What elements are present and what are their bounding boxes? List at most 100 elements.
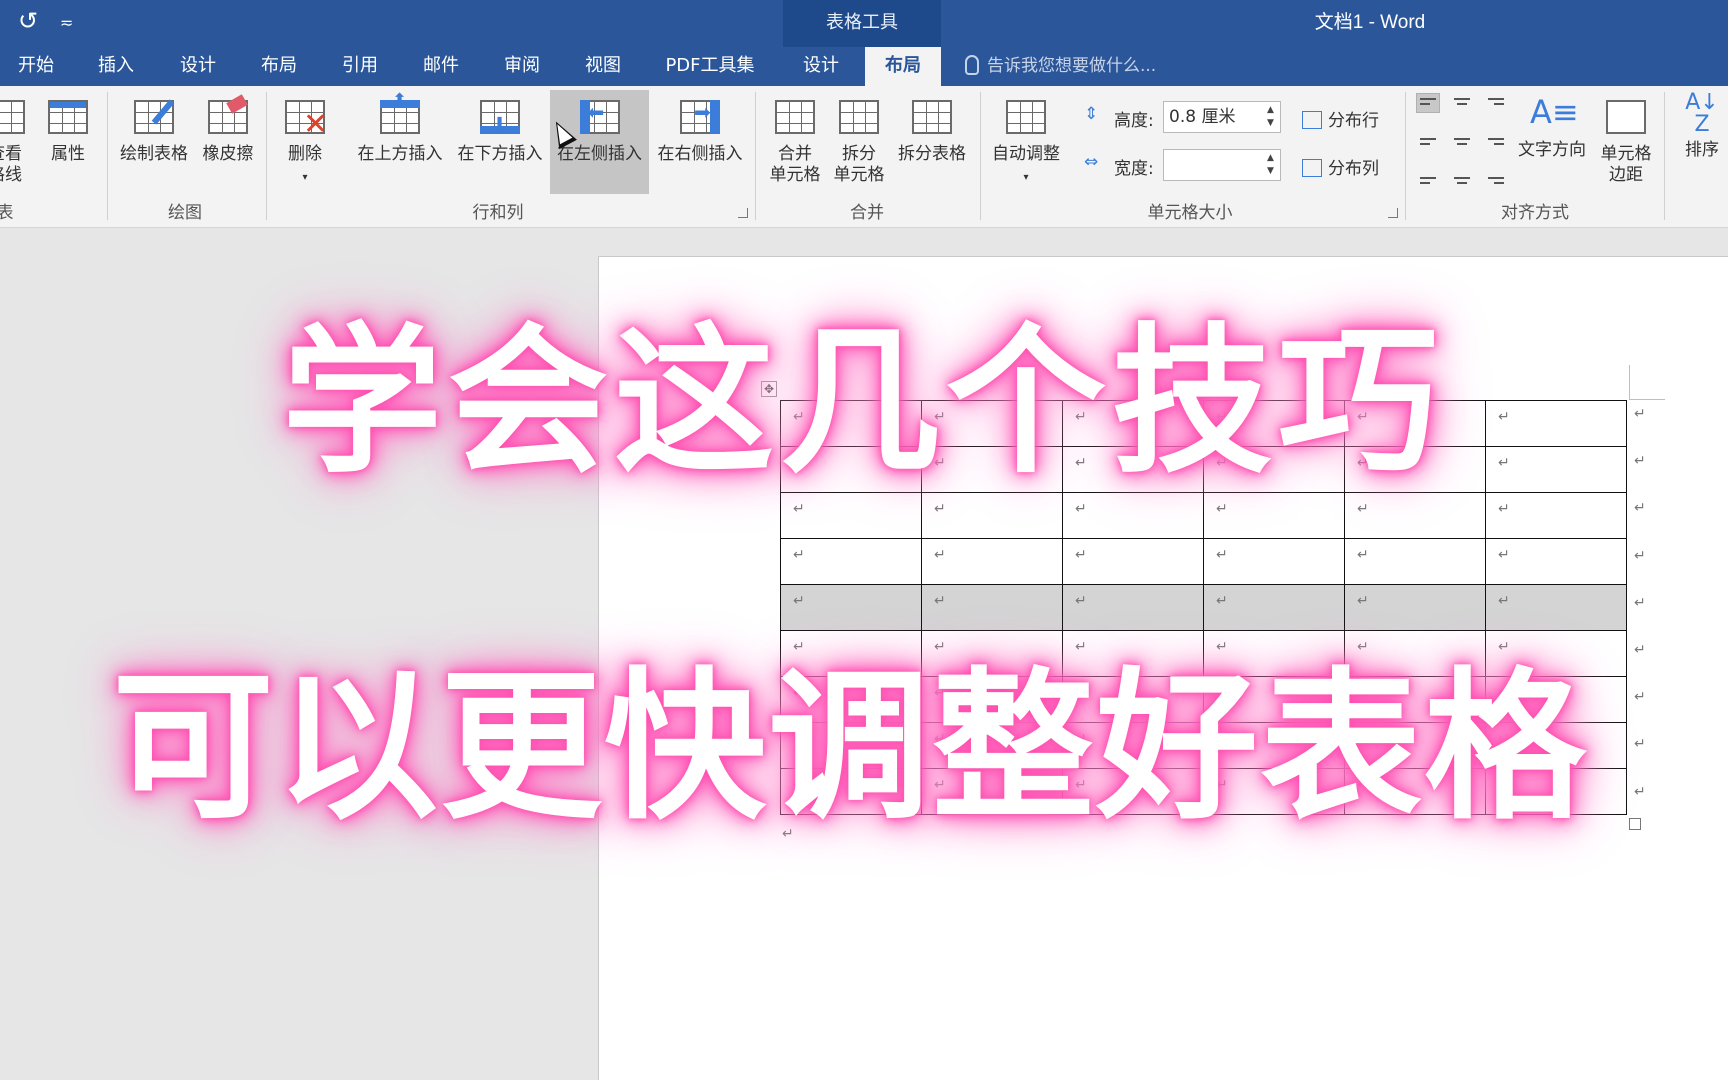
lightbulb-icon [965, 55, 979, 75]
width-input[interactable]: ▲ ▼ [1163, 149, 1281, 181]
distribute-rows-icon [1302, 111, 1322, 129]
tab-insert[interactable]: 插入 [80, 47, 152, 86]
align-bottom-left-button[interactable] [1416, 166, 1440, 186]
tab-table-layout[interactable]: 布局 [865, 47, 941, 86]
tab-references[interactable]: 引用 [324, 47, 396, 86]
align-top-right-button[interactable] [1484, 93, 1508, 113]
cell-margins-button[interactable]: 单元格 边距 [1594, 96, 1658, 186]
autofit-icon [1004, 96, 1048, 138]
autofit-button[interactable]: 自动调整 ▾ [986, 96, 1066, 188]
table-cell[interactable]: ↵ [921, 538, 1063, 585]
split-table-icon [910, 96, 954, 138]
alignment-group-label: 对齐方式 [1501, 203, 1569, 223]
table-group-label: 表 [0, 203, 14, 223]
align-middle-left-button[interactable] [1416, 130, 1440, 150]
tab-view[interactable]: 视图 [567, 47, 639, 86]
rows-cols-group-label: 行和列 [472, 203, 524, 223]
split-table-button[interactable]: 拆分表格 [890, 96, 974, 165]
insert-left-icon: ⬅ [578, 96, 622, 138]
sort-button[interactable]: A↓ Z 排序 [1676, 92, 1728, 161]
text-direction-button[interactable]: A≡ 文字方向 [1512, 92, 1592, 161]
distribute-cols-icon [1302, 159, 1322, 177]
tell-me-box[interactable]: 告诉我您想要做什么... [965, 47, 1156, 86]
align-bottom-center-button[interactable] [1450, 166, 1474, 186]
spin-arrows-icon[interactable]: ▲ ▼ [1267, 152, 1277, 178]
table-cell[interactable]: ↵ [1485, 538, 1627, 585]
cell-size-group-label: 单元格大小 [1147, 203, 1233, 223]
margin-mark [1629, 399, 1665, 400]
tab-review[interactable]: 审阅 [486, 47, 558, 86]
table-cell[interactable]: ↵ [1485, 400, 1627, 447]
align-middle-right-button[interactable] [1484, 130, 1508, 150]
distribute-rows-label: 分布行 [1328, 111, 1379, 131]
delete-table-icon: ✕ [283, 96, 328, 140]
insert-above-button[interactable]: ⬆ 在上方插入 [352, 90, 448, 165]
width-label: 宽度: [1114, 159, 1154, 179]
row-end-mark: ↵ [1634, 406, 1646, 422]
row-end-mark: ↵ [1634, 547, 1646, 564]
row-end-mark: ↵ [1634, 642, 1646, 658]
text-direction-icon: A≡ [1530, 93, 1579, 131]
separator [980, 92, 981, 220]
align-bottom-right-button[interactable] [1484, 166, 1508, 186]
split-cells-icon [837, 96, 881, 138]
chevron-down-icon: ▾ [302, 172, 308, 183]
tab-mailings[interactable]: 邮件 [405, 47, 477, 86]
customize-qat-icon[interactable]: ≂ [60, 8, 73, 38]
table-cell[interactable]: ↵ [1062, 538, 1204, 585]
table-cell[interactable]: ↵ [1485, 492, 1627, 539]
tab-layout[interactable]: 布局 [243, 47, 315, 86]
view-gridlines-button[interactable]: 查看 格线 [0, 96, 34, 186]
chevron-down-icon: ▾ [1023, 172, 1029, 183]
row-end-mark: ↵ [1634, 500, 1646, 517]
eraser-button[interactable]: 橡皮擦 [198, 94, 258, 165]
delete-button[interactable]: ✕ 删除 ▾ [276, 96, 334, 188]
merge-cells-button[interactable]: 合并 单元格 [762, 96, 828, 186]
separator [1405, 92, 1406, 220]
table-cell[interactable]: ↵ [1344, 538, 1486, 585]
height-input[interactable]: 0.8 厘米 ▲ ▼ [1163, 101, 1281, 133]
table-resize-handle[interactable] [1629, 818, 1641, 830]
merge-cells-icon [773, 96, 817, 138]
tab-pdf-tools[interactable]: PDF工具集 [655, 47, 765, 86]
insert-right-button[interactable]: ➡ 在右侧插入 [652, 96, 748, 165]
align-middle-center-button[interactable] [1450, 130, 1474, 150]
table-row[interactable]: ↵ ↵ ↵ ↵ ↵ ↵ [780, 538, 1627, 585]
rows-cols-launcher-icon[interactable] [738, 208, 748, 218]
distribute-cols-button[interactable]: 分布列 [1302, 154, 1379, 179]
table-cell[interactable]: ↵ [780, 538, 922, 585]
cell-size-launcher-icon[interactable] [1388, 208, 1398, 218]
separator [755, 92, 756, 220]
merge-group-label: 合并 [850, 203, 884, 223]
window-title: 文档1 - Word [1314, 12, 1426, 33]
row-end-mark: ↵ [1634, 736, 1646, 753]
context-tab-group-label: 表格工具 [826, 12, 898, 33]
distribute-cols-label: 分布列 [1328, 159, 1379, 179]
align-top-left-button[interactable] [1416, 93, 1440, 113]
separator [1664, 92, 1665, 220]
row-end-mark: ↵ [1634, 783, 1646, 800]
row-end-mark: ↵ [1634, 594, 1646, 611]
draw-table-button[interactable]: 绘制表格 [114, 96, 194, 165]
split-cells-button[interactable]: 拆分 单元格 [826, 96, 892, 186]
table-cell[interactable]: ↵ [1203, 538, 1345, 585]
table-cell[interactable]: ↵ [1485, 446, 1627, 493]
insert-above-icon: ⬆ [378, 90, 422, 138]
tab-table-design[interactable]: 设计 [785, 47, 857, 86]
tab-design[interactable]: 设计 [162, 47, 234, 86]
align-top-center-button[interactable] [1450, 93, 1474, 113]
insert-below-button[interactable]: ⬇ 在下方插入 [452, 96, 548, 165]
draw-group-label: 绘图 [168, 203, 202, 223]
height-label: 高度: [1114, 111, 1154, 131]
row-height-icon: ⇕ [1084, 104, 1099, 124]
properties-button[interactable]: 属性 [42, 96, 94, 165]
distribute-rows-button[interactable]: 分布行 [1302, 106, 1379, 131]
spin-arrows-icon[interactable]: ▲ ▼ [1267, 104, 1277, 130]
tell-me-text: 告诉我您想要做什么... [987, 56, 1157, 76]
undo-icon[interactable]: ↺ [18, 6, 38, 36]
gridlines-icon [0, 96, 27, 138]
column-width-icon: ⇔ [1084, 152, 1099, 172]
overlay-caption-line1: 学会这几个技巧 [282, 308, 1445, 495]
tab-home[interactable]: 开始 [0, 47, 72, 86]
separator [107, 92, 108, 220]
